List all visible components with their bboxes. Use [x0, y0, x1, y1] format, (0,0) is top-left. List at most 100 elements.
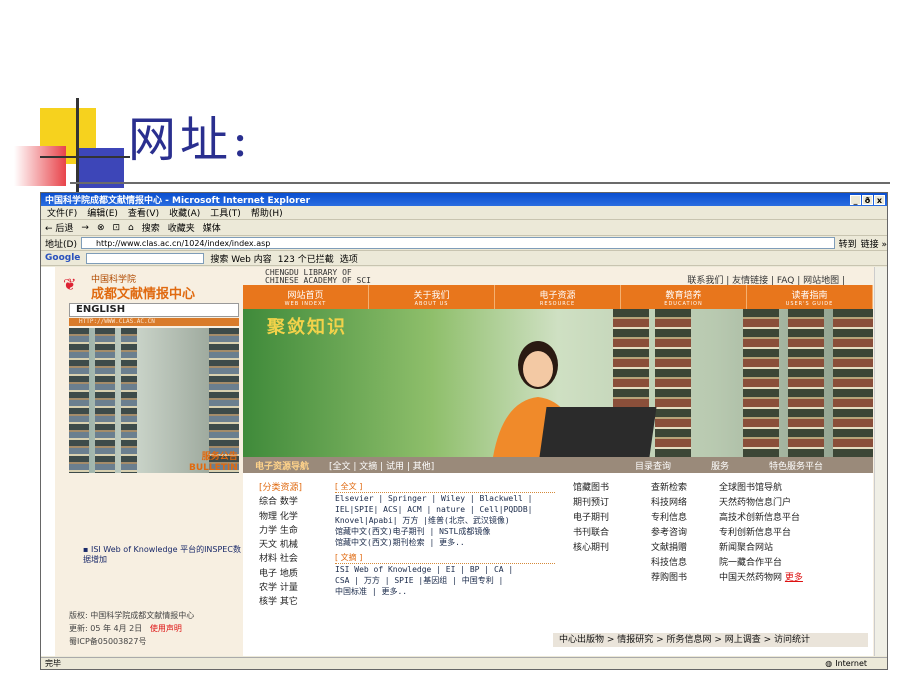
library-photo: 服务公告 BULLETIN — [69, 328, 239, 473]
popup-blocked-button[interactable]: 123 个已拦截 — [278, 252, 334, 265]
deco-horizontal-line — [40, 156, 130, 158]
links-button[interactable]: 链接 » — [861, 237, 887, 250]
resource-nav-title: 电子资源导航 — [255, 461, 310, 472]
favorites-button[interactable]: 收藏夹 — [168, 221, 195, 234]
close-button[interactable]: x — [874, 194, 885, 205]
fulltext-line[interactable]: 馆藏中文(西文)期刊检索 | 更多.. — [335, 537, 555, 548]
menu-favorites[interactable]: 收藏(A) — [169, 206, 200, 219]
media-button[interactable]: 媒体 — [203, 221, 221, 234]
catalog-link[interactable]: 书刊联合 — [573, 526, 609, 541]
nav-home[interactable]: 网站首页 WEB INDEXT — [243, 285, 369, 309]
url-strip: HTTP://WWW.CLAS.AC.CN — [69, 318, 239, 326]
footer-links[interactable]: 中心出版物 > 情报研究 > 所务信息网 > 网上调查 > 访问统计 — [553, 633, 868, 647]
nav-about[interactable]: 关于我们 ABOUT US — [369, 285, 495, 309]
stop-button[interactable]: ⊗ — [97, 223, 105, 233]
catalog-link[interactable]: 馆藏图书 — [573, 481, 609, 496]
zone-text: Internet — [835, 659, 867, 668]
bulletin-cn: 服务公告 — [201, 452, 238, 462]
platform-link[interactable]: 天然药物信息门户 — [719, 496, 803, 511]
resource-nav-links[interactable]: [全文 | 文摘 | 试用 | 其他] — [329, 459, 434, 472]
catalog-link[interactable]: 电子期刊 — [573, 511, 609, 526]
abstract-heading: [ 文摘 ] — [335, 552, 555, 564]
bulletin-en: BULLETIN — [189, 463, 238, 473]
address-label: 地址(D) — [45, 239, 77, 250]
menu-edit[interactable]: 编辑(E) — [87, 206, 118, 219]
maximize-button[interactable]: ð — [862, 194, 873, 205]
fulltext-line[interactable]: IEL|SPIE| ACS| ACM | nature | Cell|PQDDB… — [335, 504, 555, 515]
service-link[interactable]: 专利信息 — [651, 511, 687, 526]
fulltext-line[interactable]: Elsevier | Springer | Wiley | Blackwell … — [335, 493, 555, 504]
slide-title: 网址: — [128, 112, 253, 168]
english-link[interactable]: ENGLISH — [69, 303, 239, 317]
category-item[interactable]: 核学 其它 — [259, 595, 349, 609]
refresh-button[interactable]: ⊡ — [113, 223, 121, 233]
news-item[interactable]: ▪ ISI Web of Knowledge 平台的INSPEC数据增加 — [83, 545, 243, 565]
service-link[interactable]: 科技网络 — [651, 496, 687, 511]
laptop-image — [539, 407, 657, 457]
platform-link[interactable]: 中国天然药物网 — [719, 573, 782, 583]
catalog-link[interactable]: 核心期刊 — [573, 541, 609, 556]
deco-red-square — [14, 146, 66, 186]
menu-view[interactable]: 查看(V) — [128, 206, 159, 219]
search-button[interactable]: 搜索 — [142, 221, 160, 234]
abstract-line[interactable]: 中国标准 | 更多.. — [335, 586, 555, 597]
address-input[interactable]: http://www.clas.ac.cn/1024/index/index.a… — [80, 237, 835, 249]
english-title-line2: CHINESE ACADEMY OF SCI — [265, 276, 371, 285]
service-tab[interactable]: 服务 — [711, 459, 729, 472]
toolbar: ← 后退 → ⊗ ⊡ ⌂ 搜索 收藏夹 媒体 — [41, 220, 887, 236]
platform-link[interactable]: 高技术创新信息平台 — [719, 511, 803, 526]
menu-file[interactable]: 文件(F) — [47, 206, 77, 219]
catalog-search-tab[interactable]: 目录查询 — [635, 459, 671, 472]
hero-banner: 聚敛知识 — [243, 309, 873, 457]
platform-link[interactable]: 院一藏合作平台 — [719, 556, 803, 571]
abstract-line[interactable]: CSA | 万方 | SPIE |基因组 | 中国专利 | — [335, 575, 555, 586]
logo-name: 成都文献情报中心 — [91, 287, 196, 302]
page-viewport: ❦ 中国科学院 成都文献情报中心 CHENGDU LIBRARY OF CHIN… — [41, 267, 874, 656]
copyright-block: 版权: 中国科学院成都文献情报中心 更新: 05 年 4月 2日 使用声明 蜀I… — [69, 609, 245, 648]
copyright-text: 版权: 中国科学院成都文献情报中心 — [69, 611, 195, 620]
more-link[interactable]: 更多 — [785, 573, 803, 583]
go-button[interactable]: 转到 — [839, 237, 857, 250]
title-rule — [70, 182, 890, 184]
vertical-scrollbar[interactable] — [874, 267, 887, 656]
fulltext-line[interactable]: Knovel|Apabi| 万方 |维普(北京、武汉镜像) — [335, 515, 555, 526]
menu-tools[interactable]: 工具(T) — [210, 206, 241, 219]
google-search-button[interactable]: 搜索 Web 内容 — [210, 252, 271, 265]
service-link[interactable]: 文献捐赠 — [651, 541, 687, 556]
fulltext-line[interactable]: 馆藏中文(西文)电子期刊 | NSTL成都镜像 — [335, 526, 555, 537]
main-nav: 网站首页 WEB INDEXT 关于我们 ABOUT US 电子资源 RESOURCE… — [243, 285, 873, 309]
clas-site: ❦ 中国科学院 成都文献情报中心 CHENGDU LIBRARY OF CHIN… — [55, 267, 874, 656]
abstract-line[interactable]: ISI Web of Knowledge | EI | BP | CA | — [335, 564, 555, 575]
home-button[interactable]: ⌂ — [128, 223, 134, 233]
menu-help[interactable]: 帮助(H) — [251, 206, 283, 219]
content-area: [分类资源] 综合 数学 物理 化学 力学 生命 天文 机械 材料 社会 电子 … — [243, 473, 873, 656]
google-options-button[interactable]: 选项 — [340, 252, 358, 265]
site-logo[interactable]: ❦ 中国科学院 成都文献情报中心 — [55, 267, 245, 303]
minimize-button[interactable]: _ — [850, 194, 861, 205]
deco-vertical-line — [76, 98, 79, 194]
service-link[interactable]: 参考咨询 — [651, 526, 687, 541]
resource-nav-bar: 电子资源导航 [全文 | 文摘 | 试用 | 其他] 目录查询 服务 特色服务平… — [243, 457, 873, 473]
nav-education[interactable]: 教育培养 EDUCATION — [621, 285, 747, 309]
nav-resource[interactable]: 电子资源 RESOURCE — [495, 285, 621, 309]
special-service-tab[interactable]: 特色服务平台 — [769, 459, 823, 472]
back-button[interactable]: ← 后退 — [45, 221, 73, 234]
fulltext-heading: [ 全文 ] — [335, 481, 555, 493]
bulletin-link[interactable]: 服务公告 BULLETIN — [189, 452, 238, 473]
google-search-input[interactable] — [86, 252, 205, 264]
english-site-title: CHENGDU LIBRARY OF CHINESE ACADEMY OF SC… — [265, 269, 371, 285]
nav-guide[interactable]: 读者指南 USER'S GUIDE — [747, 285, 873, 309]
menu-bar: 文件(F) 编辑(E) 查看(V) 收藏(A) 工具(T) 帮助(H) — [41, 206, 887, 220]
left-column: ENGLISH HTTP://WWW.CLAS.AC.CN 服务公告 BULLE… — [55, 303, 245, 656]
service-link[interactable]: 查新检索 — [651, 481, 687, 496]
google-logo[interactable]: Google — [45, 253, 80, 263]
service-link[interactable]: 荐购图书 — [651, 571, 687, 586]
platform-link[interactable]: 全球图书馆导航 — [719, 481, 803, 496]
usage-statement-link[interactable]: 使用声明 — [150, 624, 182, 633]
forward-button[interactable]: → — [81, 223, 89, 233]
service-link[interactable]: 科技信息 — [651, 556, 687, 571]
platform-link[interactable]: 专利创新信息平台 — [719, 526, 803, 541]
platform-link[interactable]: 新闻聚合网站 — [719, 541, 803, 556]
globe-icon: ◍ — [825, 659, 833, 668]
catalog-link[interactable]: 期刊预订 — [573, 496, 609, 511]
